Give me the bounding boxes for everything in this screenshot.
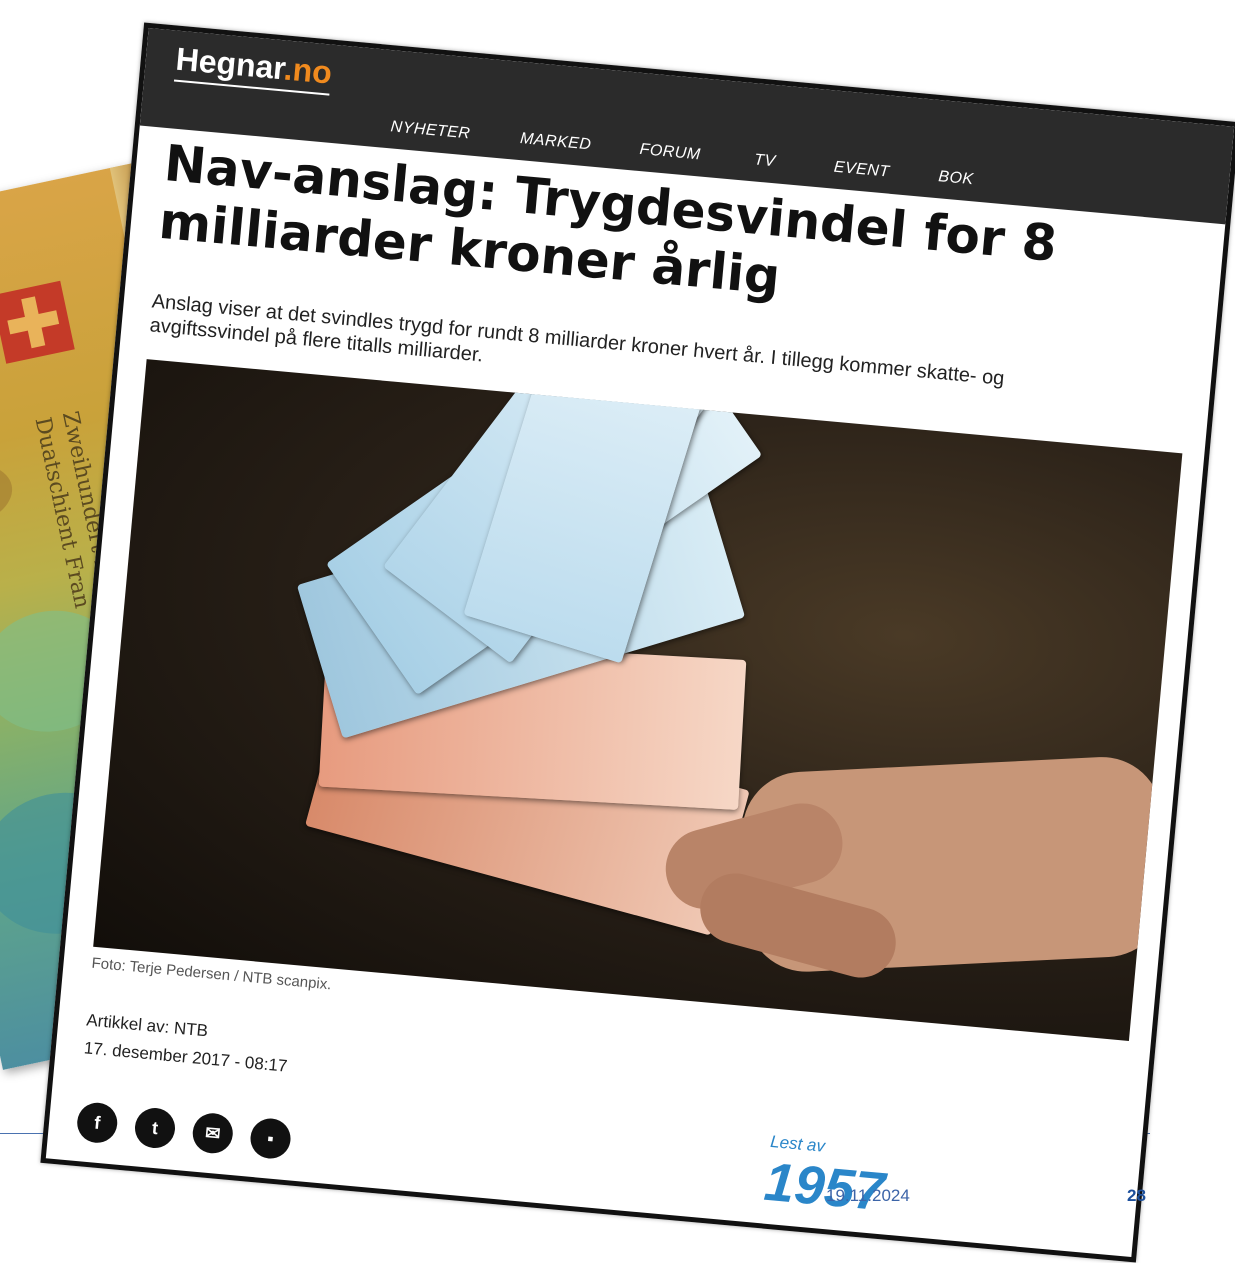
nav-bok[interactable]: BOK: [938, 168, 975, 189]
article-byline: Artikkel av: NTB 17. desember 2017 - 08:…: [83, 1006, 291, 1080]
facebook-icon[interactable]: f: [75, 1101, 119, 1145]
email-icon[interactable]: ✉: [191, 1111, 235, 1156]
nav-forum[interactable]: FORUM: [639, 141, 701, 164]
social-share-bar: f t ✉ ▪: [75, 1101, 293, 1161]
nav-tv[interactable]: TV: [753, 151, 776, 171]
article-photo: [93, 359, 1183, 1041]
site-logo[interactable]: Hegnar.no: [173, 40, 334, 96]
swiss-cross-icon: [0, 280, 75, 364]
comment-icon[interactable]: ▪: [248, 1116, 293, 1161]
article-screenshot: Hegnar.no NYHETER MARKED FORUM TV EVENT …: [40, 22, 1235, 1263]
twitter-icon[interactable]: t: [133, 1106, 177, 1150]
nav-nyheter[interactable]: NYHETER: [390, 118, 471, 143]
nav-marked[interactable]: MARKED: [519, 130, 592, 154]
slide-date: 19.11.2024: [826, 1186, 910, 1205]
nav-event[interactable]: EVENT: [833, 159, 890, 182]
slide-page-number: 28: [1127, 1186, 1146, 1205]
